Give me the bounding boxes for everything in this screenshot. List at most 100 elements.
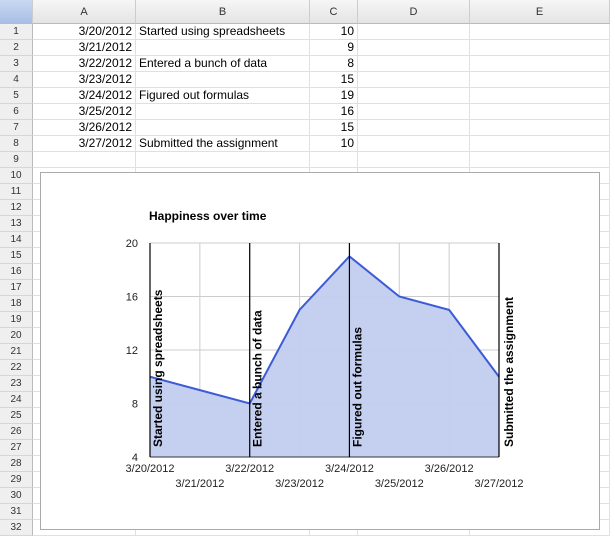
area-fill	[150, 256, 499, 457]
row-header[interactable]: 31	[0, 504, 33, 520]
row-header[interactable]: 1	[0, 24, 33, 40]
cell-A6[interactable]: 3/25/2012	[33, 104, 136, 120]
cell-B7[interactable]	[136, 120, 310, 136]
cell-B8[interactable]: Submitted the assignment	[136, 136, 310, 152]
x-tick-label: 3/26/2012	[425, 463, 474, 475]
row-header[interactable]: 28	[0, 456, 33, 472]
row-header[interactable]: 4	[0, 72, 33, 88]
x-tick-label: 3/23/2012	[275, 478, 324, 490]
cell-E9[interactable]	[470, 152, 610, 168]
cell-E2[interactable]	[470, 40, 610, 56]
cell-A7[interactable]: 3/26/2012	[33, 120, 136, 136]
row-header[interactable]: 8	[0, 136, 33, 152]
row-header[interactable]: 21	[0, 344, 33, 360]
row-header[interactable]: 13	[0, 216, 33, 232]
cell-B6[interactable]	[136, 104, 310, 120]
cell-C3[interactable]: 8	[310, 56, 358, 72]
row-header[interactable]: 2	[0, 40, 33, 56]
cell-A1[interactable]: 3/20/2012	[33, 24, 136, 40]
cell-E5[interactable]	[470, 88, 610, 104]
row-header[interactable]: 9	[0, 152, 33, 168]
row-header[interactable]: 27	[0, 440, 33, 456]
cell-A3[interactable]: 3/22/2012	[33, 56, 136, 72]
row-header[interactable]: 22	[0, 360, 33, 376]
row-header[interactable]: 5	[0, 88, 33, 104]
cell-A4[interactable]: 3/23/2012	[33, 72, 136, 88]
cell-D2[interactable]	[358, 40, 470, 56]
cell-C5[interactable]: 19	[310, 88, 358, 104]
cell-B3[interactable]: Entered a bunch of data	[136, 56, 310, 72]
cell-E3[interactable]	[470, 56, 610, 72]
x-tick-label: 3/25/2012	[375, 478, 424, 490]
cell-D4[interactable]	[358, 72, 470, 88]
chart[interactable]: Happiness over time 4 8 12 16 20 3/20/2012 3/21…	[40, 172, 600, 530]
row-header[interactable]: 10	[0, 168, 33, 184]
column-header-E[interactable]: E	[470, 0, 610, 24]
row-header[interactable]: 18	[0, 296, 33, 312]
cell-D5[interactable]	[358, 88, 470, 104]
cell-C1[interactable]: 10	[310, 24, 358, 40]
cell-C7[interactable]: 15	[310, 120, 358, 136]
chart-svg: Happiness over time481216203/20/20123/21…	[126, 209, 524, 490]
row-header[interactable]: 25	[0, 408, 33, 424]
row-header[interactable]: 16	[0, 264, 33, 280]
cell-E7[interactable]	[470, 120, 610, 136]
cell-D3[interactable]	[358, 56, 470, 72]
cell-B1[interactable]: Started using spreadsheets	[136, 24, 310, 40]
x-tick-label: 3/24/2012	[325, 463, 374, 475]
cell-D1[interactable]	[358, 24, 470, 40]
row-header[interactable]: 32	[0, 520, 33, 536]
cell-A9[interactable]	[33, 152, 136, 168]
cell-E6[interactable]	[470, 104, 610, 120]
annotation-label: Entered a bunch of data	[251, 310, 265, 447]
cell-B5[interactable]: Figured out formulas	[136, 88, 310, 104]
cell-B9[interactable]	[136, 152, 310, 168]
row-header[interactable]: 20	[0, 328, 33, 344]
row-header[interactable]: 15	[0, 248, 33, 264]
row-header[interactable]: 29	[0, 472, 33, 488]
annotation-label: Submitted the assignment	[502, 297, 516, 447]
cell-A2[interactable]: 3/21/2012	[33, 40, 136, 56]
cell-C4[interactable]: 15	[310, 72, 358, 88]
cell-B2[interactable]	[136, 40, 310, 56]
annotation-label: Started using spreadsheets	[151, 289, 165, 447]
cell-E1[interactable]	[470, 24, 610, 40]
cell-D7[interactable]	[358, 120, 470, 136]
row-header[interactable]: 30	[0, 488, 33, 504]
cell-B4[interactable]	[136, 72, 310, 88]
cell-C8[interactable]: 10	[310, 136, 358, 152]
row-header[interactable]: 26	[0, 424, 33, 440]
chart-title: Happiness over time	[149, 209, 267, 223]
y-tick-label: 16	[126, 292, 138, 304]
y-tick-label: 8	[132, 399, 138, 411]
select-all-corner[interactable]	[0, 0, 33, 24]
column-header-B[interactable]: B	[136, 0, 310, 24]
cell-D9[interactable]	[358, 152, 470, 168]
cell-D6[interactable]	[358, 104, 470, 120]
column-header-A[interactable]: A	[33, 0, 136, 24]
cell-C6[interactable]: 16	[310, 104, 358, 120]
row-header[interactable]: 6	[0, 104, 33, 120]
row-header[interactable]: 3	[0, 56, 33, 72]
cell-E8[interactable]	[470, 136, 610, 152]
cell-C9[interactable]	[310, 152, 358, 168]
row-header[interactable]: 19	[0, 312, 33, 328]
row-header[interactable]: 12	[0, 200, 33, 216]
x-tick-label: 3/22/2012	[225, 463, 274, 475]
row-header[interactable]: 23	[0, 376, 33, 392]
row-header[interactable]: 17	[0, 280, 33, 296]
column-header-C[interactable]: C	[310, 0, 358, 24]
row-header[interactable]: 11	[0, 184, 33, 200]
cell-A8[interactable]: 3/27/2012	[33, 136, 136, 152]
column-header-D[interactable]: D	[358, 0, 470, 24]
cell-C2[interactable]: 9	[310, 40, 358, 56]
cell-A5[interactable]: 3/24/2012	[33, 88, 136, 104]
annotation-label: Figured out formulas	[350, 327, 364, 447]
row-header[interactable]: 14	[0, 232, 33, 248]
row-header[interactable]: 24	[0, 392, 33, 408]
row-header[interactable]: 7	[0, 120, 33, 136]
cell-E4[interactable]	[470, 72, 610, 88]
cell-D8[interactable]	[358, 136, 470, 152]
x-tick-label: 3/21/2012	[175, 478, 224, 490]
x-tick-label: 3/20/2012	[126, 463, 175, 475]
